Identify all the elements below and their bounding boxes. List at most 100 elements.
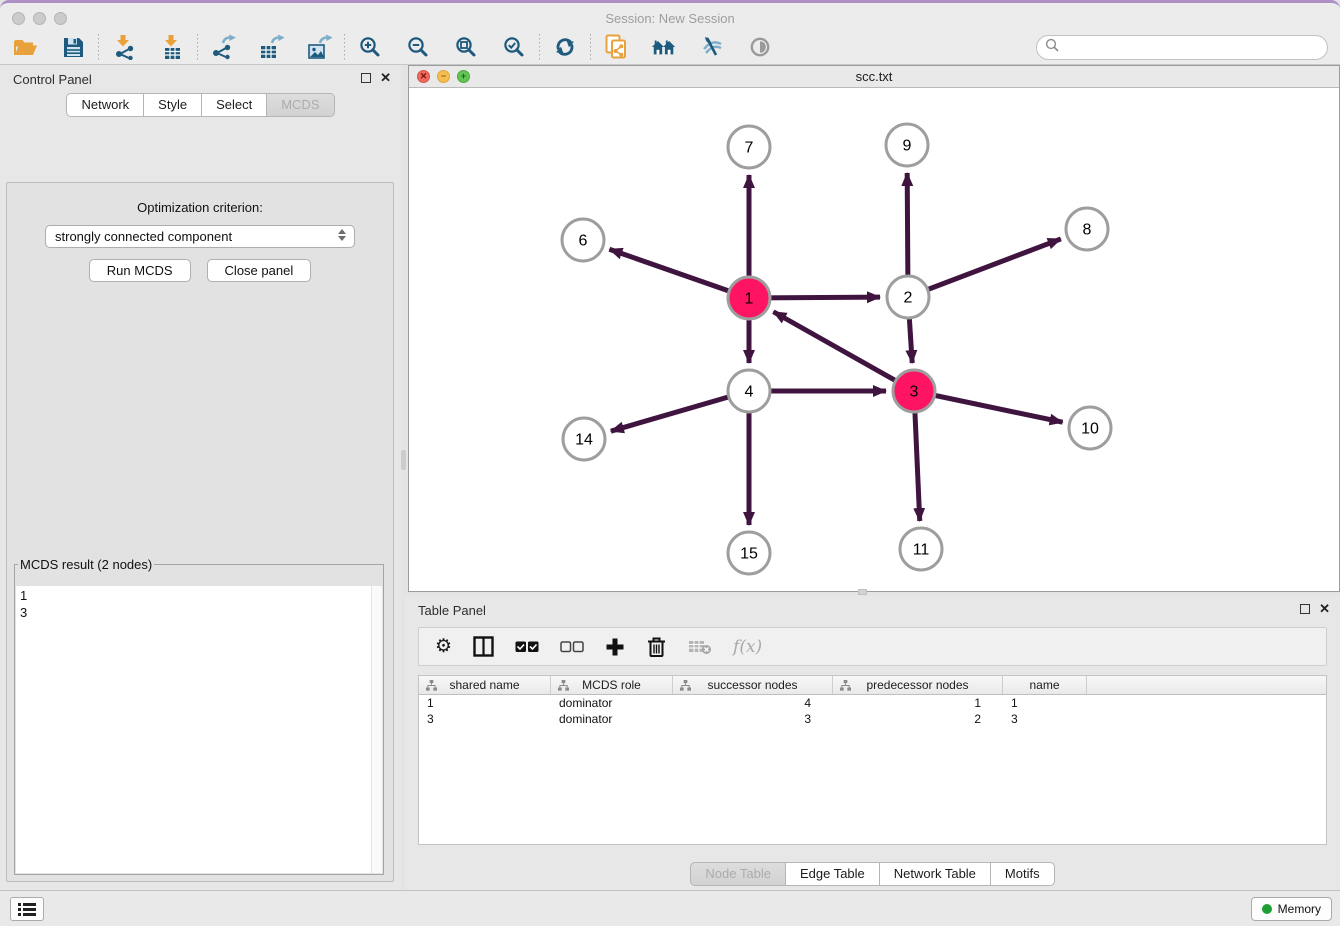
close-table-panel-icon[interactable]: ✕	[1319, 603, 1330, 614]
hierarchy-icon	[840, 680, 851, 691]
graph-node-label: 11	[913, 542, 930, 559]
column-header-predecessor-nodes[interactable]: predecessor nodes	[833, 676, 1003, 694]
graph-node-label: 3	[910, 384, 919, 401]
unselect-all-columns-icon[interactable]	[560, 635, 584, 659]
graph-node-label: 9	[903, 138, 912, 155]
import-table-icon[interactable]	[159, 34, 185, 60]
table-cell: dominator	[551, 712, 673, 726]
graph-node-label: 2	[904, 290, 913, 307]
table-cell: 3	[1003, 712, 1087, 726]
table-cell: dominator	[551, 696, 673, 710]
tab-select[interactable]: Select	[201, 93, 267, 117]
network-canvas[interactable]: 7968124314101511	[409, 89, 1339, 591]
tab-network[interactable]: Network	[66, 93, 144, 117]
vertical-splitter-handle[interactable]	[401, 450, 406, 470]
graph-edge-3-10[interactable]	[914, 391, 1063, 422]
add-column-icon[interactable]	[605, 635, 625, 659]
graph-edge-2-8[interactable]	[908, 239, 1061, 297]
tab-motifs[interactable]: Motifs	[990, 862, 1055, 886]
graph-node-label: 15	[740, 546, 758, 563]
toolbar-separator	[344, 34, 345, 60]
function-builder-icon[interactable]: f(x)	[733, 635, 762, 659]
float-panel-icon[interactable]	[361, 73, 371, 83]
show-column-icon[interactable]	[473, 635, 494, 659]
control-panel-title: Control Panel	[13, 72, 92, 87]
toolbar-separator	[197, 34, 198, 60]
close-panel-button[interactable]: Close panel	[207, 259, 312, 282]
table-options-icon[interactable]: ⚙	[435, 635, 452, 659]
column-header-name[interactable]: name	[1003, 676, 1087, 694]
hierarchy-icon	[558, 680, 569, 691]
table-cell: 1	[1003, 696, 1087, 710]
result-line: 3	[20, 604, 378, 621]
save-session-icon[interactable]	[60, 34, 86, 60]
control-panel: Control Panel ✕ NetworkStyleSelectMCDS O…	[0, 65, 401, 890]
tab-mcds[interactable]: MCDS	[266, 93, 334, 117]
toolbar-separator	[98, 34, 99, 60]
column-header-shared-name[interactable]: shared name	[419, 676, 551, 694]
table-row[interactable]: 1dominator411	[419, 695, 1326, 711]
zoom-selected-icon[interactable]	[501, 34, 527, 60]
node-table: shared nameMCDS rolesuccessor nodesprede…	[418, 675, 1327, 845]
hide-selected-icon[interactable]	[699, 34, 725, 60]
zoom-in-icon[interactable]	[357, 34, 383, 60]
network-window-titlebar[interactable]: ✕ − + scc.txt	[409, 66, 1339, 88]
graph-node-label: 1	[745, 291, 754, 308]
hierarchy-icon	[680, 680, 691, 691]
search-icon	[1045, 38, 1059, 57]
task-history-button[interactable]	[10, 897, 44, 921]
mcds-result-legend: MCDS result (2 nodes)	[18, 557, 154, 572]
tab-network-table[interactable]: Network Table	[879, 862, 991, 886]
toolbar-separator	[539, 34, 540, 60]
select-all-columns-icon[interactable]	[515, 635, 539, 659]
app-titlebar: Session: New Session	[0, 0, 1340, 30]
mcds-panel: Optimization criterion: strongly connect…	[6, 182, 394, 882]
table-header-row: shared nameMCDS rolesuccessor nodesprede…	[419, 676, 1326, 695]
tab-style[interactable]: Style	[143, 93, 202, 117]
graph-node-label: 10	[1081, 421, 1099, 438]
horizontal-splitter-handle[interactable]	[858, 589, 867, 595]
export-table-icon[interactable]	[258, 34, 284, 60]
table-cell: 1	[833, 696, 1003, 710]
table-panel: Table Panel ✕ ⚙ f(x) shared nameMCDS rol…	[405, 596, 1340, 890]
export-network-icon[interactable]	[210, 34, 236, 60]
export-image-icon[interactable]	[306, 34, 332, 60]
table-cell: 3	[673, 712, 833, 726]
delete-table-icon[interactable]	[688, 635, 712, 659]
delete-column-icon[interactable]	[646, 635, 667, 659]
copy-network-icon[interactable]	[603, 34, 629, 60]
table-panel-title: Table Panel	[418, 603, 486, 618]
result-scrollbar[interactable]	[371, 586, 382, 873]
mcds-result-box: MCDS result (2 nodes) 13	[14, 557, 384, 875]
open-file-icon[interactable]	[12, 34, 38, 60]
graph-node-label: 8	[1083, 222, 1092, 239]
zoom-out-icon[interactable]	[405, 34, 431, 60]
task-list-icon	[18, 902, 36, 916]
optimization-criterion-dropdown[interactable]: strongly connected component	[45, 225, 355, 248]
column-header-successor-nodes[interactable]: successor nodes	[673, 676, 833, 694]
first-neighbors-icon[interactable]	[651, 34, 677, 60]
close-panel-icon[interactable]: ✕	[380, 72, 391, 83]
import-network-icon[interactable]	[111, 34, 137, 60]
hierarchy-icon	[426, 680, 437, 691]
run-mcds-button[interactable]: Run MCDS	[89, 259, 191, 282]
table-row[interactable]: 3dominator323	[419, 711, 1326, 727]
search-input[interactable]	[1065, 40, 1319, 55]
window-title: Session: New Session	[0, 11, 1340, 26]
memory-button[interactable]: Memory	[1251, 897, 1332, 921]
apply-layout-icon[interactable]	[552, 34, 578, 60]
graph-node-label: 6	[579, 233, 588, 250]
show-all-icon[interactable]	[747, 34, 773, 60]
graph-edge-3-1[interactable]	[773, 312, 914, 391]
mcds-result-list: 13	[16, 586, 382, 873]
float-table-panel-icon[interactable]	[1300, 604, 1310, 614]
memory-status-icon	[1262, 904, 1272, 914]
table-cell: 3	[419, 712, 551, 726]
dropdown-stepper-icon	[338, 229, 346, 241]
tab-node-table[interactable]: Node Table	[690, 862, 786, 886]
network-window-title: scc.txt	[409, 69, 1339, 84]
optimization-criterion-label: Optimization criterion:	[7, 200, 393, 215]
column-header-mcds-role[interactable]: MCDS role	[551, 676, 673, 694]
zoom-fit-icon[interactable]	[453, 34, 479, 60]
tab-edge-table[interactable]: Edge Table	[785, 862, 880, 886]
